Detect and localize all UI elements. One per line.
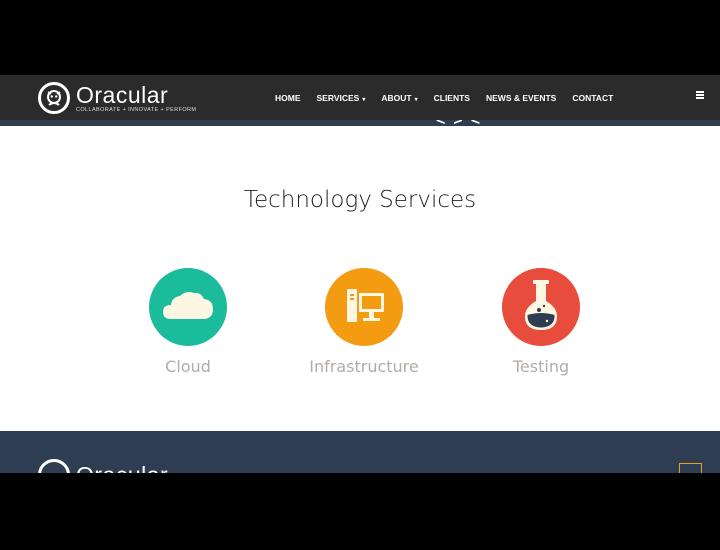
nav-item-services[interactable]: SERVICES ▾ xyxy=(317,93,366,103)
section-title: Technology Services xyxy=(243,187,477,213)
footer: Oracular xyxy=(0,431,720,473)
service-label: Infrastructure xyxy=(309,357,419,376)
hero-banner-edge: <>< xyxy=(0,120,720,126)
nav-item-home[interactable]: HOME xyxy=(275,93,301,103)
service-cloud[interactable]: Cloud xyxy=(118,268,258,376)
nav-item-about[interactable]: ABOUT ▾ xyxy=(381,93,417,103)
services-section: Technology Services Cloud Infrastructure… xyxy=(0,126,720,473)
service-label: Cloud xyxy=(165,357,211,376)
brand-logo-link[interactable]: Oracular COLLABORATE + INNOVATE + PERFOR… xyxy=(38,80,196,116)
nav-item-news-events[interactable]: NEWS & EVENTS xyxy=(486,93,556,103)
footer-brand: Oracular xyxy=(38,459,168,473)
hero-graphic: <>< xyxy=(436,120,488,126)
service-testing[interactable]: Testing xyxy=(471,268,611,376)
scroll-to-top-button[interactable] xyxy=(679,463,702,473)
nav-item-contact[interactable]: CONTACT xyxy=(572,93,613,103)
brand-text: Oracular COLLABORATE + INNOVATE + PERFOR… xyxy=(76,81,197,113)
navbar: Oracular COLLABORATE + INNOVATE + PERFOR… xyxy=(0,75,720,120)
flask-icon xyxy=(502,268,580,346)
footer-brand-name: Oracular xyxy=(76,462,168,474)
browser-viewport: Oracular COLLABORATE + INNOVATE + PERFOR… xyxy=(0,75,720,473)
nav-item-clients[interactable]: CLIENTS xyxy=(434,93,470,103)
brand-tagline: COLLABORATE + INNOVATE + PERFORM xyxy=(76,106,197,113)
chevron-down-icon: ▾ xyxy=(362,96,366,103)
service-infrastructure[interactable]: Infrastructure xyxy=(294,268,434,376)
brand-name: Oracular xyxy=(76,81,169,108)
arrow-up-icon xyxy=(690,472,691,473)
oracle-face-icon xyxy=(38,82,70,114)
oracle-face-icon xyxy=(38,459,70,473)
chevron-down-icon: ▾ xyxy=(414,96,418,103)
cloud-icon xyxy=(149,268,227,346)
main-nav: HOME SERVICES ▾ ABOUT ▾ CLIENTS NEWS & EVE… xyxy=(275,75,629,120)
hamburger-icon[interactable] xyxy=(696,91,704,99)
computer-icon xyxy=(325,268,403,346)
service-label: Testing xyxy=(512,357,570,376)
